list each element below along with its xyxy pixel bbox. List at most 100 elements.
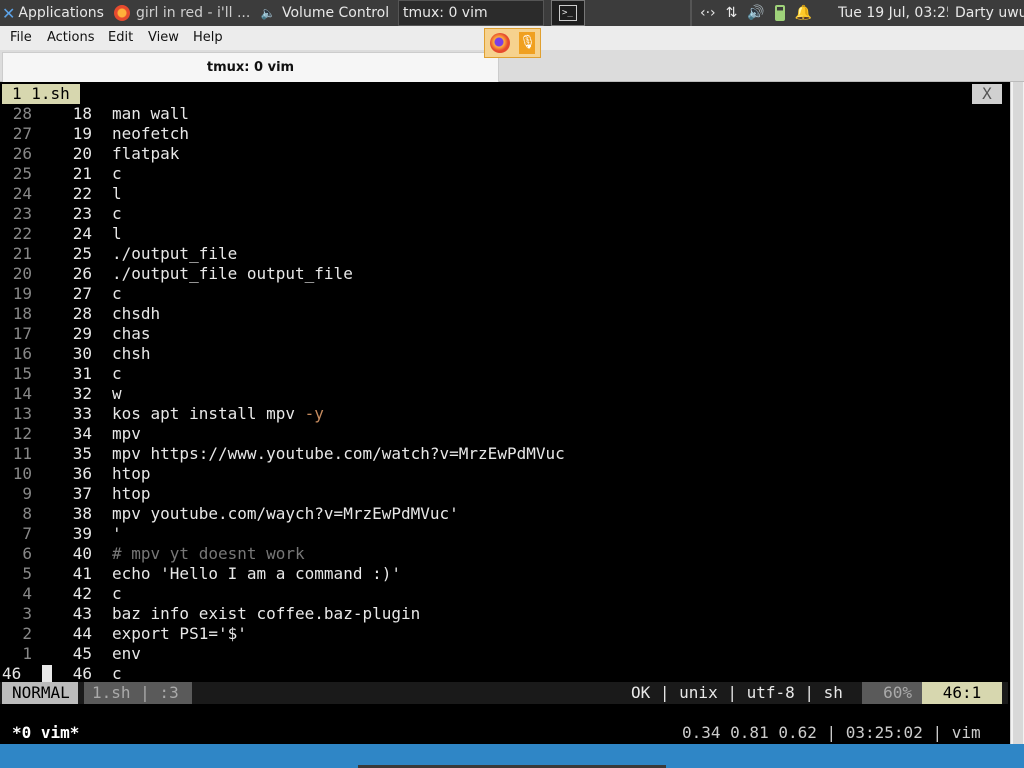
absolute-line-number: 37	[72, 484, 92, 503]
battery-icon[interactable]	[774, 5, 785, 21]
vim-line[interactable]: 22 24 l	[0, 224, 1008, 244]
vim-line[interactable]: 9 37 htop	[0, 484, 1008, 504]
vim-line[interactable]: 21 25 ./output_file	[0, 244, 1008, 264]
vim-line[interactable]: 3 43 baz info exist coffee.baz-plugin	[0, 604, 1008, 624]
taskbar-item-volume-control[interactable]: 🔈 Volume Control	[256, 0, 394, 26]
vim-line[interactable]: 16 30 chsh	[0, 344, 1008, 364]
vim-buffer[interactable]: 28 18 man wall 27 19 neofetch 26 20 flatpak 25 21 c…	[0, 104, 1008, 684]
vim-file-info: 1.sh | :3	[84, 682, 192, 704]
relative-line-number: 11	[12, 444, 32, 463]
line-text: htop	[112, 464, 151, 484]
vim-line[interactable]: 23 23 c	[0, 204, 1008, 224]
line-text: c	[112, 204, 122, 224]
absolute-line-number: 33	[72, 404, 92, 423]
absolute-line-number: 35	[72, 444, 92, 463]
vim-line[interactable]: 14 32 w	[0, 384, 1008, 404]
relative-line-number: 9	[22, 484, 32, 503]
network-arrows-icon[interactable]: ‹·›	[700, 5, 716, 21]
menu-actions[interactable]: Actions	[47, 30, 95, 45]
relative-line-number: 46	[2, 664, 22, 683]
xfce-logo-icon: ✕	[2, 3, 16, 23]
line-content: w	[112, 384, 122, 403]
vim-file-format: OK | unix | utf-8 | sh	[631, 683, 843, 702]
vim-line[interactable]: 26 20 flatpak	[0, 144, 1008, 164]
tmux-window-label[interactable]: *0 vim*	[12, 722, 79, 744]
line-text: htop	[112, 484, 151, 504]
vim-line[interactable]: 15 31 c	[0, 364, 1008, 384]
terminal-tab[interactable]: tmux: 0 vim	[2, 52, 499, 82]
vim-line[interactable]: 24 22 l	[0, 184, 1008, 204]
line-content: chsh	[112, 344, 151, 363]
line-content: c	[112, 284, 122, 303]
relative-line-number: 25	[12, 164, 32, 183]
vim-line[interactable]: 28 18 man wall	[0, 104, 1008, 124]
line-content: ./output_file	[112, 244, 238, 263]
terminal-area[interactable]: 1 1.sh X 28 18 man wall 27 19 neofetch 26 20 fla…	[0, 82, 1024, 744]
absolute-line-number: 26	[72, 264, 92, 283]
vim-line[interactable]: 27 19 neofetch	[0, 124, 1008, 144]
line-text: export PS1='$'	[112, 624, 247, 644]
line-text: c	[112, 164, 122, 184]
user-menu[interactable]: Darty uwu	[955, 0, 1024, 26]
terminal-launcher-icon: >_	[559, 5, 577, 21]
vim-line[interactable]: 19 27 c	[0, 284, 1008, 304]
line-text: mpv	[112, 424, 141, 444]
vim-close-button[interactable]: X	[972, 84, 1002, 104]
cursor-block	[42, 665, 52, 683]
vim-line[interactable]: 13 33 kos apt install mpv -y	[0, 404, 1008, 424]
menu-view[interactable]: View	[148, 30, 179, 45]
clock[interactable]: Tue 19 Jul, 03:25	[838, 0, 948, 26]
line-content: flatpak	[112, 144, 180, 163]
absolute-line-number: 36	[72, 464, 92, 483]
tmux-status-right: 0.34 0.81 0.62 | 03:25:02 | vim	[682, 723, 981, 742]
line-text: w	[112, 384, 122, 404]
bell-icon[interactable]: 🔔	[795, 5, 812, 21]
panel-separator	[690, 0, 692, 26]
vim-line[interactable]: 2 44 export PS1='$'	[0, 624, 1008, 644]
vim-line[interactable]: 25 21 c	[0, 164, 1008, 184]
notification-popup[interactable]: 🎙	[484, 28, 541, 58]
taskbar-item-terminal[interactable]: >_ tmux: 0 vim	[398, 0, 544, 26]
volume-icon[interactable]: 🔊	[747, 5, 764, 21]
absolute-line-number: 27	[72, 284, 92, 303]
vim-line[interactable]: 11 35 mpv https://www.youtube.com/watch?v=…	[0, 444, 1008, 464]
vim-line[interactable]: 10 36 htop	[0, 464, 1008, 484]
line-content: ./output_file output_file	[112, 264, 353, 283]
absolute-line-number: 44	[72, 624, 92, 643]
relative-line-number: 14	[12, 384, 32, 403]
vim-line[interactable]: 12 34 mpv	[0, 424, 1008, 444]
absolute-line-number: 23	[72, 204, 92, 223]
applications-menu-button[interactable]: ✕ Applications	[2, 0, 106, 26]
terminal-scrollbar[interactable]	[1010, 82, 1024, 744]
updown-arrows-icon[interactable]: ⇅	[726, 5, 738, 21]
line-text: c	[112, 664, 122, 684]
vim-line[interactable]: 4 42 c	[0, 584, 1008, 604]
menu-file[interactable]: File	[10, 30, 32, 45]
applications-label: Applications	[18, 5, 104, 21]
vim-line[interactable]: 1 45 env	[0, 644, 1008, 664]
line-content: env	[112, 644, 141, 663]
menu-edit[interactable]: Edit	[108, 30, 133, 45]
top-panel: ✕ Applications girl in red - i'll ... 🔈 …	[0, 0, 1024, 26]
absolute-line-number: 42	[72, 584, 92, 603]
absolute-line-number: 28	[72, 304, 92, 323]
vim-buffer-tab[interactable]: 1 1.sh	[2, 84, 80, 104]
menu-help[interactable]: Help	[193, 30, 223, 45]
line-flag: -y	[295, 404, 324, 423]
line-content: man wall	[112, 104, 190, 123]
terminal-launcher-button[interactable]: >_	[551, 0, 585, 26]
relative-line-number: 2	[22, 624, 32, 643]
vim-line[interactable]: 8 38 mpv youtube.com/waych?v=MrzEwPdMVuc'	[0, 504, 1008, 524]
vim-line[interactable]: 17 29 chas	[0, 324, 1008, 344]
vim-line[interactable]: 20 26 ./output_file output_file	[0, 264, 1008, 284]
vim-line[interactable]: 46 46 c	[0, 664, 1008, 684]
scrollbar-thumb[interactable]	[1013, 82, 1023, 744]
vim-line[interactable]: 6 40 # mpv yt doesnt work	[0, 544, 1008, 564]
vim-line[interactable]: 5 41 echo 'Hello I am a command :)'	[0, 564, 1008, 584]
absolute-line-number: 18	[72, 104, 92, 123]
vim-line[interactable]: 18 28 chsdh	[0, 304, 1008, 324]
taskbar-item-firefox[interactable]: girl in red - i'll ...	[110, 0, 252, 26]
vim-mode: NORMAL	[2, 682, 78, 704]
vim-line[interactable]: 7 39 '	[0, 524, 1008, 544]
relative-line-number: 15	[12, 364, 32, 383]
